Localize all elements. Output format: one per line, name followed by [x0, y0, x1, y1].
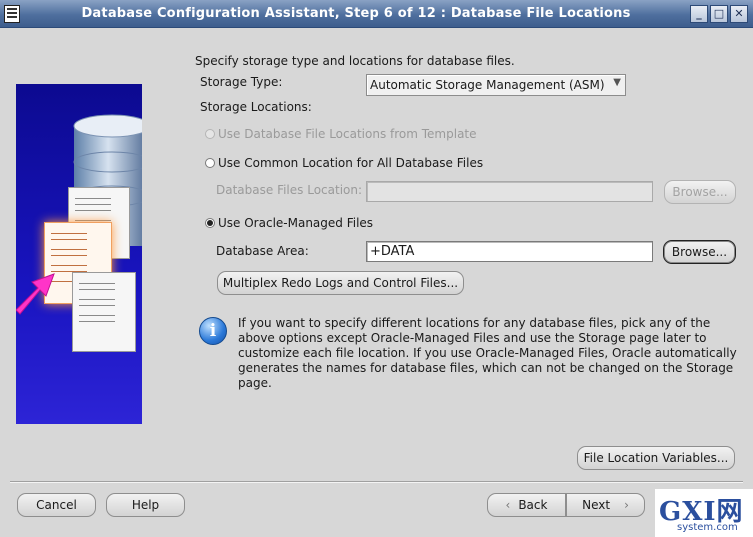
- storage-type-label: Storage Type:: [200, 75, 283, 89]
- browse-disabled-button[interactable]: Browse...: [664, 180, 736, 204]
- site-watermark: GXI网 system.com: [655, 489, 753, 537]
- arrow-icon: [16, 273, 55, 315]
- radio-oracle-managed[interactable]: [205, 218, 215, 228]
- db-files-location-label: Database Files Location:: [216, 183, 363, 197]
- browse-button[interactable]: Browse...: [663, 240, 736, 264]
- intro-text: Specify storage type and locations for d…: [195, 54, 515, 68]
- info-message: If you want to specify different locatio…: [238, 316, 737, 390]
- radio-template-label: Use Database File Locations from Templat…: [218, 127, 477, 141]
- minimize-icon[interactable]: _: [690, 5, 708, 23]
- close-icon[interactable]: ✕: [730, 5, 748, 23]
- next-button-label: Next: [582, 498, 611, 512]
- next-button[interactable]: Next ›: [566, 493, 645, 517]
- db-area-label: Database Area:: [216, 244, 309, 258]
- storage-type-value: Automatic Storage Management (ASM): [370, 78, 605, 92]
- radio-oracle-managed-label: Use Oracle-Managed Files: [218, 216, 374, 230]
- db-area-value: +DATA: [370, 244, 415, 259]
- storage-type-select[interactable]: Automatic Storage Management (ASM) ▼: [366, 74, 626, 96]
- info-icon: i: [199, 317, 227, 345]
- wizard-illustration: [16, 84, 142, 424]
- chevron-right-icon: ›: [624, 498, 629, 512]
- radio-template[interactable]: [205, 129, 215, 139]
- maximize-icon[interactable]: □: [710, 5, 728, 23]
- db-files-location-field[interactable]: [366, 181, 653, 202]
- help-button[interactable]: Help: [106, 493, 185, 517]
- cancel-button[interactable]: Cancel: [17, 493, 96, 517]
- file-location-variables-button[interactable]: File Location Variables...: [577, 446, 735, 470]
- chevron-down-icon: ▼: [613, 77, 621, 88]
- db-area-field[interactable]: +DATA: [366, 241, 653, 262]
- watermark-site: system.com: [677, 522, 738, 533]
- window-title: Database Configuration Assistant, Step 6…: [81, 6, 631, 21]
- chevron-left-icon: ‹: [505, 498, 511, 512]
- back-button[interactable]: ‹ Back: [487, 493, 566, 517]
- radio-common-location-label: Use Common Location for All Database Fil…: [218, 156, 484, 170]
- radio-common-location[interactable]: [205, 158, 215, 168]
- multiplex-redo-logs-button[interactable]: Multiplex Redo Logs and Control Files...: [217, 271, 464, 295]
- back-button-label: Back: [518, 498, 548, 512]
- title-bar[interactable]: Database Configuration Assistant, Step 6…: [0, 0, 753, 28]
- storage-locations-label: Storage Locations:: [200, 100, 312, 114]
- footer-divider: [10, 481, 743, 483]
